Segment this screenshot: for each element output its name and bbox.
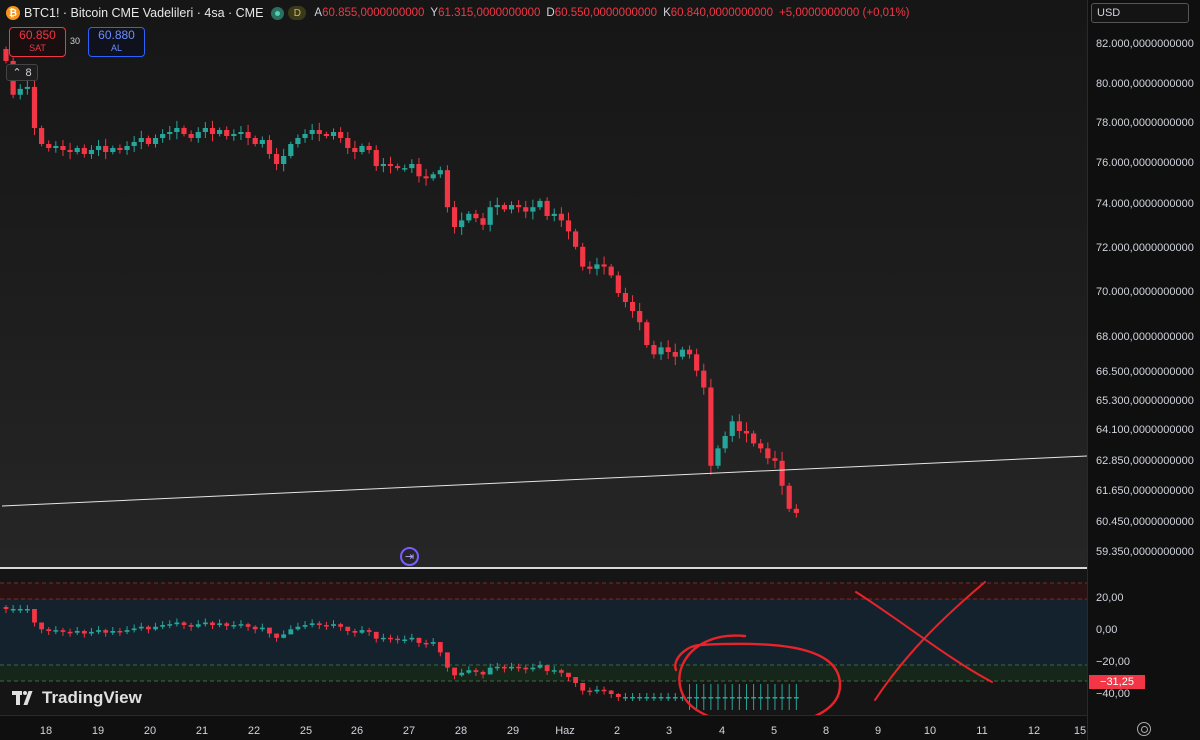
open-label: A [314,7,323,19]
price-tick-label: 65.300,0000000000 [1096,395,1194,407]
time-tick-label: 10 [923,725,937,737]
spread-value: 30 [70,36,81,46]
price-tick-label: 66.500,0000000000 [1096,366,1194,378]
open-value: 60.855,0000000000 [322,7,425,19]
price-tick-label: 64.100,0000000000 [1096,424,1194,436]
market-open-icon [271,6,285,20]
time-tick-label: 26 [350,725,364,737]
time-tick-label: 20 [143,725,157,737]
buy-price: 60.880 [98,28,135,42]
sell-label: SAT [29,43,46,53]
price-tick-label: 72.000,0000000000 [1096,242,1194,254]
high-value: 61.315,0000000000 [438,7,541,19]
close-label: K [663,7,671,19]
close-value: 60.840,0000000000 [670,7,774,19]
indicator-tick-label: −40,00 [1096,688,1130,700]
time-tick-label: 21 [195,725,209,737]
price-tick-label: 70.000,0000000000 [1096,286,1194,298]
high-label: Y [430,7,439,19]
price-tick-label: 61.650,0000000000 [1096,485,1194,497]
indicator-tick-label: 20,00 [1096,592,1124,604]
time-tick-label: 19 [91,725,105,737]
low-value: 60.550,0000000000 [554,7,658,19]
time-tick-label: 12 [1027,725,1041,737]
settings-gear-icon[interactable] [1137,722,1151,736]
indicator-last-value-badge: −31,25 [1089,675,1145,689]
time-tick-label: 3 [665,725,673,737]
change-value: +5,0000000000 (+0,01%) [779,7,910,19]
time-tick-label: 25 [299,725,313,737]
symbol-title[interactable]: BTC1! · Bitcoin CME Vadelileri · 4sa · C… [24,6,263,20]
tradingview-logo[interactable]: TradingView [12,688,142,708]
tradingview-logo-icon [12,691,36,705]
time-tick-label: 2 [613,725,621,737]
go-to-realtime-icon[interactable]: ⇥ [400,547,419,566]
sell-button[interactable]: 60.850 SAT [9,27,66,57]
time-tick-label: 15 [1073,725,1087,737]
price-tick-label: 59.350,0000000000 [1096,546,1194,558]
time-tick-label: 8 [822,725,830,737]
cross-stroke-2 [874,581,986,701]
currency-label: USD [1097,7,1121,19]
currency-selector[interactable]: USD [1091,3,1189,23]
tradingview-chart-window: 82.000,0000000000 80.000,0000000000 78.000… [0,0,1200,740]
sell-price: 60.850 [19,28,56,42]
time-tick-label: 29 [506,725,520,737]
indicator-tick-label: 0,00 [1096,624,1118,636]
delayed-data-badge[interactable]: D [288,6,307,20]
price-tick-label: 60.450,0000000000 [1096,516,1194,528]
collapse-indicators-button[interactable]: ⌃ 8 [6,64,38,81]
indicator-tick-label: −20,00 [1096,656,1130,668]
circle-annotation [674,634,842,727]
cross-stroke-1 [855,591,993,683]
time-tick-label: Haz [555,725,575,737]
brand-name: TradingView [42,688,142,707]
indicator-count: 8 [25,66,32,79]
price-tick-label: 78.000,0000000000 [1096,117,1194,129]
time-tick-label: 9 [874,725,882,737]
time-tick-label: 5 [770,725,778,737]
price-tick-label: 74.000,0000000000 [1096,198,1194,210]
time-tick-label: 28 [454,725,468,737]
price-tick-label: 68.000,0000000000 [1096,331,1194,343]
chevron-up-icon: ⌃ [12,67,22,79]
time-tick-label: 11 [976,725,988,737]
annotation-layer [674,581,993,727]
price-tick-label: 62.850,0000000000 [1096,455,1194,467]
time-tick-label: 18 [39,725,53,737]
time-tick-label: 27 [402,725,416,737]
buy-label: AL [110,43,122,53]
ohlc-values: A60.855,0000000000 Y61.315,0000000000 D6… [314,7,915,19]
time-tick-label: 4 [718,725,726,737]
price-tick-label: 76.000,0000000000 [1096,157,1194,169]
pane-separator[interactable] [0,567,1200,569]
buy-button[interactable]: 60.880 AL [88,27,145,57]
time-tick-label: 22 [247,725,261,737]
low-label: D [546,7,555,19]
symbol-legend: ₿ BTC1! · Bitcoin CME Vadelileri · 4sa ·… [6,4,916,22]
price-tick-label: 82.000,0000000000 [1096,38,1194,50]
bitcoin-coin-icon: ₿ [6,6,20,20]
price-tick-label: 80.000,0000000000 [1096,78,1194,90]
